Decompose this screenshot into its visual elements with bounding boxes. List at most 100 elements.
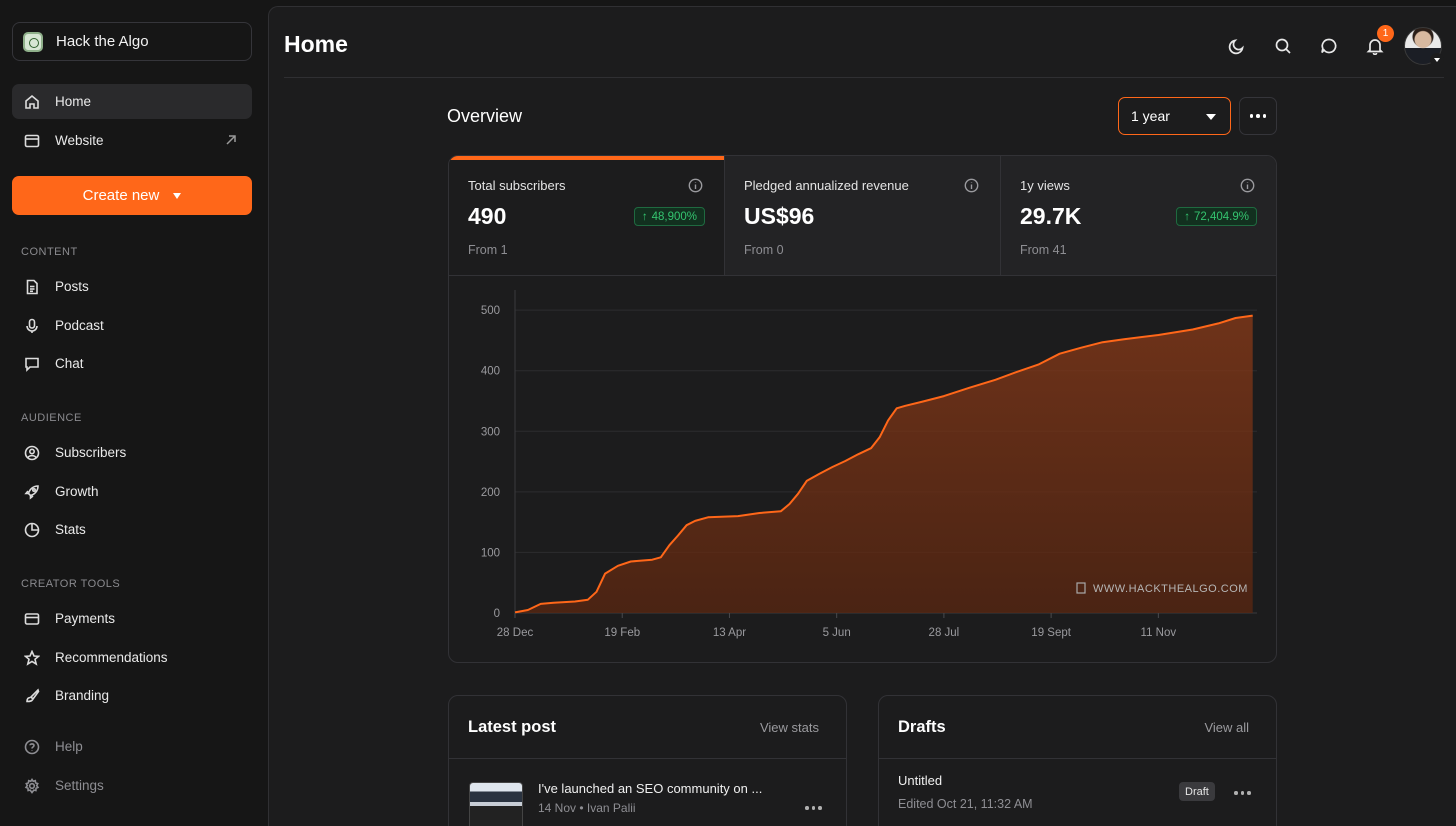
create-new-button[interactable]: Create new bbox=[12, 176, 252, 215]
sidebar-item-website[interactable]: Website bbox=[12, 123, 252, 158]
watermark: WWW.HACKTHEALGO.COM bbox=[1076, 582, 1248, 595]
sidebar-item-label: Branding bbox=[55, 688, 110, 703]
moon-icon[interactable] bbox=[1214, 29, 1260, 63]
overview-more-button[interactable] bbox=[1239, 97, 1277, 135]
search-icon[interactable] bbox=[1260, 29, 1306, 63]
stats-card: Total subscribers 490 From 1 ↑ 48,900% Pl… bbox=[448, 155, 1277, 663]
sidebar-item-growth[interactable]: Growth bbox=[12, 474, 252, 509]
sidebar-item-recommendations[interactable]: Recommendations bbox=[12, 640, 252, 675]
chevron-down-icon bbox=[1430, 53, 1444, 67]
metric-total-subscribers[interactable]: Total subscribers 490 From 1 ↑ 48,900% bbox=[449, 156, 724, 275]
metric-label: Total subscribers bbox=[468, 178, 566, 193]
metric-pledged-revenue[interactable]: Pledged annualized revenue US$96 From 0 bbox=[724, 156, 1000, 275]
more-dot bbox=[811, 806, 815, 810]
x-tick-label: 28 Dec bbox=[497, 627, 534, 639]
sidebar-item-label: Home bbox=[55, 94, 92, 109]
metric-views[interactable]: 1y views 29.7K From 41 ↑ 72,404.9% bbox=[1000, 156, 1276, 275]
info-icon[interactable] bbox=[1240, 178, 1255, 193]
chevron-down-icon bbox=[173, 192, 182, 199]
subscriber-chart: 0 100 200 300 400 500 28 Dec 19 Feb 13 Apr 5 Jun 2… bbox=[449, 276, 1276, 662]
header-divider bbox=[284, 77, 1444, 78]
draft-badge: Draft bbox=[1179, 782, 1215, 801]
post-title[interactable]: I've launched an SEO community on ... bbox=[538, 781, 762, 796]
sidebar-item-payments[interactable]: Payments bbox=[12, 601, 252, 636]
y-tick-label: 200 bbox=[481, 487, 500, 499]
metric-from: From 41 bbox=[1020, 243, 1067, 257]
sidebar-item-subscribers[interactable]: Subscribers bbox=[12, 435, 252, 470]
sidebar-item-label: Chat bbox=[55, 356, 84, 371]
gear-icon bbox=[24, 777, 40, 794]
sidebar-item-label: Help bbox=[55, 739, 83, 754]
watermark-text: WWW.HACKTHEALGO.COM bbox=[1093, 583, 1248, 595]
panel-title: Latest post bbox=[468, 718, 557, 736]
pie-chart-icon bbox=[24, 522, 40, 538]
view-all-link[interactable]: View all bbox=[1204, 720, 1249, 735]
x-tick-label: 11 Nov bbox=[1141, 627, 1177, 639]
metric-from: From 0 bbox=[744, 243, 784, 257]
sidebar: Hack the Algo Home Website Create new CO… bbox=[0, 0, 268, 826]
panel-title: Drafts bbox=[898, 718, 946, 736]
sidebar-item-label: Growth bbox=[55, 484, 99, 499]
x-tick-label: 5 Jun bbox=[823, 627, 851, 639]
latest-post-panel: Latest post View stats I've launched an … bbox=[448, 695, 847, 826]
star-icon bbox=[24, 649, 40, 666]
date-range-select[interactable]: 1 year bbox=[1118, 97, 1231, 135]
sidebar-item-posts[interactable]: Posts bbox=[12, 269, 252, 304]
publication-logo bbox=[23, 31, 43, 52]
info-icon[interactable] bbox=[964, 178, 979, 193]
more-dot bbox=[1247, 791, 1251, 795]
chart-svg: 0 100 200 300 400 500 28 Dec 19 Feb 13 Apr 5 Jun 2… bbox=[481, 290, 1257, 639]
rocket-icon bbox=[24, 484, 40, 500]
bell-icon[interactable]: 1 bbox=[1352, 25, 1398, 63]
metric-label: 1y views bbox=[1020, 178, 1070, 193]
publication-switcher[interactable]: Hack the Algo bbox=[12, 22, 252, 61]
microphone-icon bbox=[24, 318, 40, 334]
publication-name: Hack the Algo bbox=[56, 33, 149, 50]
more-dot bbox=[805, 806, 809, 810]
sidebar-item-help[interactable]: Help bbox=[12, 729, 252, 764]
more-dot bbox=[1256, 114, 1260, 118]
y-tick-label: 500 bbox=[481, 305, 500, 317]
section-label-audience: AUDIENCE bbox=[21, 412, 82, 424]
sidebar-item-stats[interactable]: Stats bbox=[12, 512, 252, 547]
sidebar-item-label: Subscribers bbox=[55, 445, 127, 460]
chat-icon[interactable] bbox=[1306, 29, 1352, 63]
metric-value: US$96 bbox=[744, 203, 815, 229]
more-dot bbox=[1262, 114, 1267, 118]
notification-badge: 1 bbox=[1377, 25, 1394, 42]
sidebar-item-podcast[interactable]: Podcast bbox=[12, 308, 252, 343]
sidebar-item-branding[interactable]: Branding bbox=[12, 678, 252, 713]
overview-title: Overview bbox=[447, 106, 523, 126]
sidebar-item-home[interactable]: Home bbox=[12, 84, 252, 119]
change-badge: ↑ 48,900% bbox=[633, 207, 705, 226]
chat-bubble-icon bbox=[24, 356, 40, 372]
chevron-down-icon bbox=[1206, 114, 1216, 120]
sidebar-item-label: Stats bbox=[55, 522, 86, 537]
external-link-icon bbox=[224, 133, 238, 147]
create-new-label: Create new bbox=[82, 187, 160, 204]
x-tick-label: 28 Jul bbox=[929, 627, 960, 639]
section-label-content: CONTENT bbox=[21, 246, 78, 258]
post-more-button[interactable] bbox=[805, 806, 822, 810]
more-dot bbox=[818, 806, 822, 810]
header-actions: 1 bbox=[1214, 25, 1456, 67]
change-value: 48,900% bbox=[651, 210, 697, 223]
sidebar-item-settings[interactable]: Settings bbox=[12, 768, 252, 803]
main-content: Home 1 Overview 1 year Total subscribers… bbox=[268, 6, 1456, 826]
metric-from: From 1 bbox=[468, 243, 508, 257]
document-icon bbox=[24, 279, 40, 295]
credit-card-icon bbox=[24, 611, 40, 627]
draft-more-button[interactable] bbox=[1234, 791, 1251, 795]
sidebar-item-chat[interactable]: Chat bbox=[12, 346, 252, 381]
arrow-up-icon: ↑ bbox=[641, 210, 648, 223]
draft-title[interactable]: Untitled bbox=[898, 773, 942, 788]
help-circle-icon bbox=[24, 739, 40, 755]
metric-label: Pledged annualized revenue bbox=[744, 178, 909, 193]
more-dot bbox=[1249, 114, 1254, 118]
y-tick-label: 300 bbox=[481, 426, 500, 438]
y-tick-label: 100 bbox=[481, 547, 500, 559]
info-icon[interactable] bbox=[688, 178, 703, 193]
avatar[interactable] bbox=[1404, 27, 1444, 67]
post-thumbnail[interactable] bbox=[469, 782, 523, 826]
view-stats-link[interactable]: View stats bbox=[760, 720, 819, 735]
